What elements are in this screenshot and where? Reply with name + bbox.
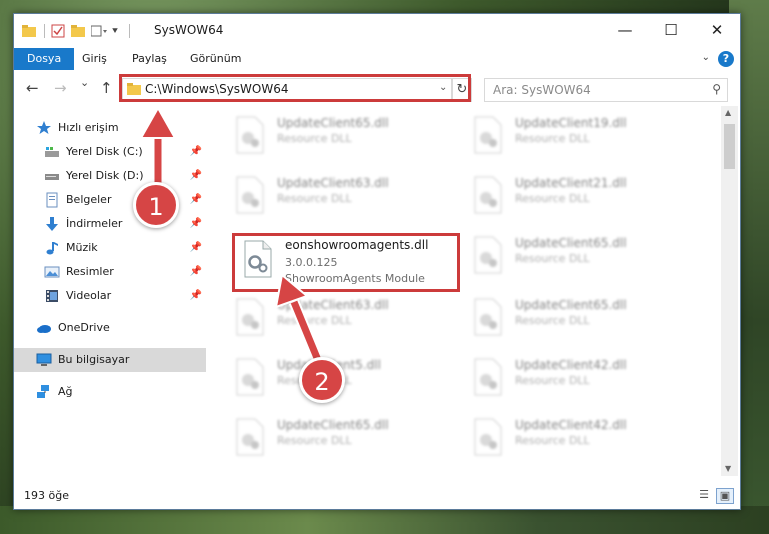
annotation-layer (139, 105, 328, 373)
arrow-2 (274, 273, 328, 373)
step-badge-1: 1 (133, 182, 179, 228)
step-badge-2: 2 (299, 357, 345, 403)
